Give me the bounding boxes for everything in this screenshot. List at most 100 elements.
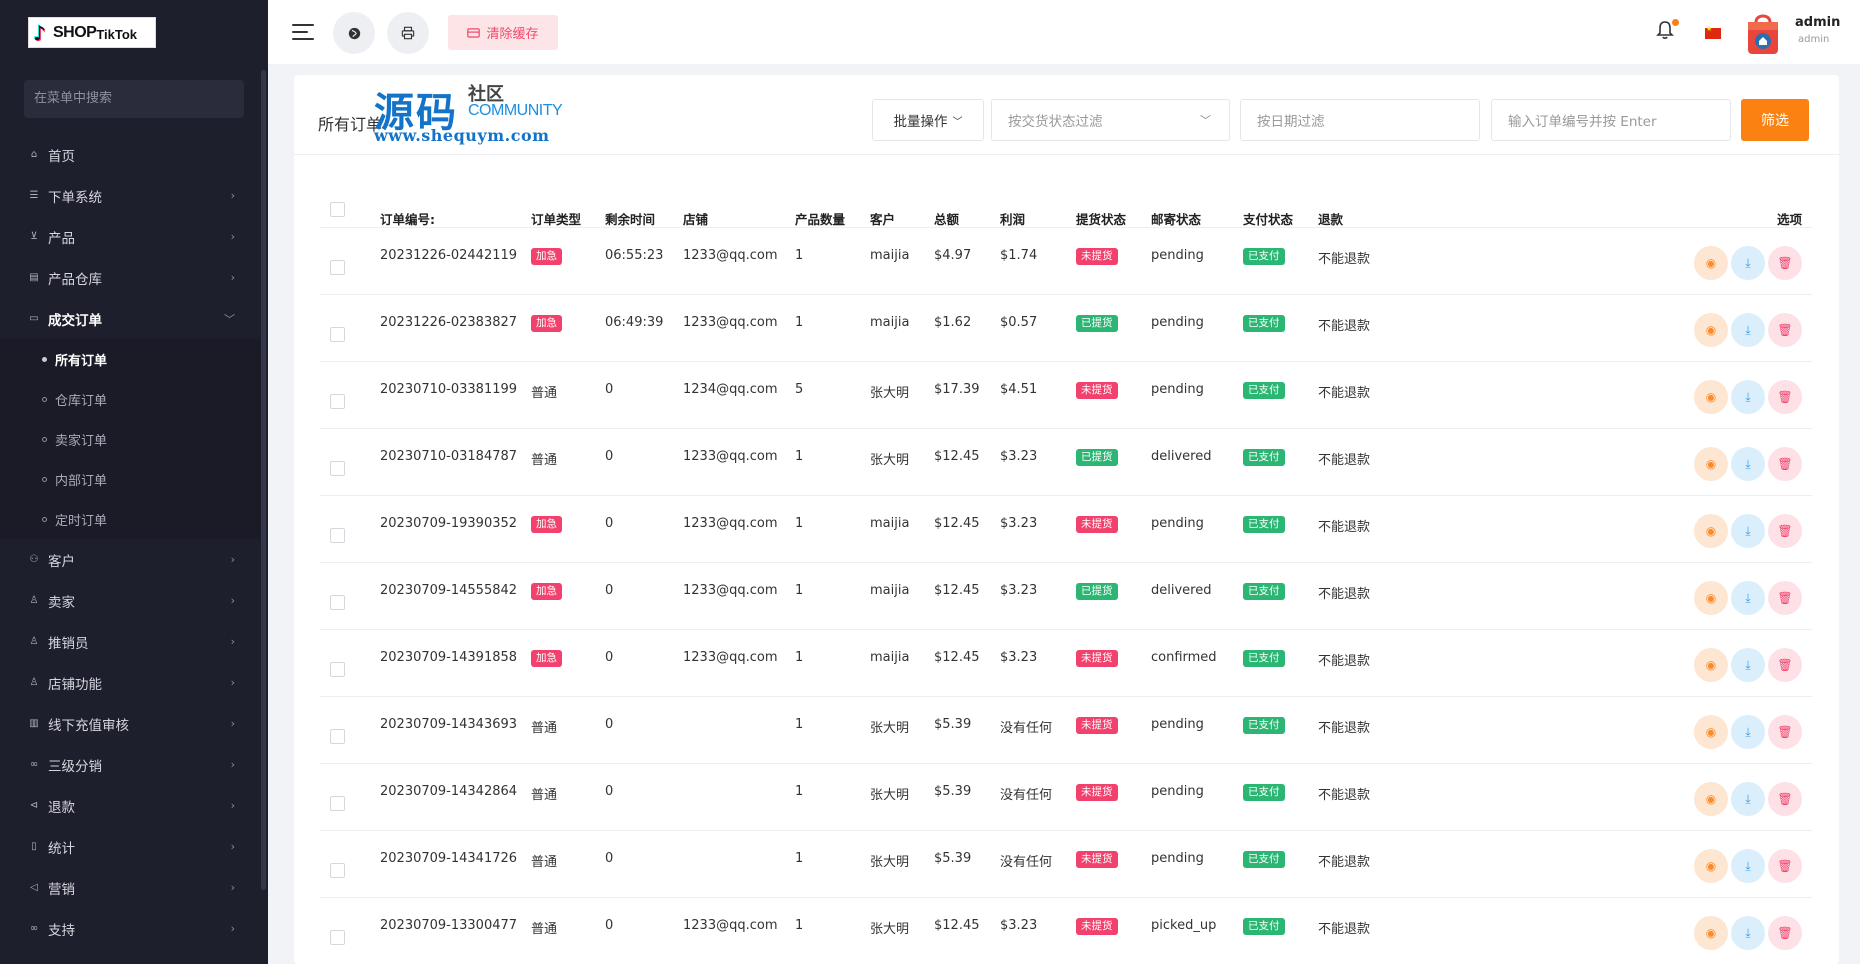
view-order-button[interactable]: ◉: [1694, 246, 1728, 280]
date-filter-input[interactable]: 按日期过滤: [1240, 99, 1480, 141]
delete-button[interactable]: 🗑: [1768, 916, 1802, 950]
sidebar-item[interactable]: ▭ 成交订单 ﹀: [0, 298, 265, 339]
col-order-no: 20230709-13300477: [380, 918, 518, 933]
download-button[interactable]: ⤓: [1731, 246, 1765, 280]
row-checkbox[interactable]: [330, 863, 345, 878]
row-checkbox[interactable]: [330, 662, 345, 677]
download-button[interactable]: ⤓: [1731, 648, 1765, 682]
sidebar-item[interactable]: ▥ 线下充值审核 ›: [0, 703, 265, 744]
row-checkbox[interactable]: [330, 528, 345, 543]
table-header-cell: 产品数量: [795, 212, 846, 227]
menu-search-input[interactable]: 在菜单中搜索: [24, 80, 244, 118]
row-checkbox[interactable]: [330, 394, 345, 409]
delete-button[interactable]: 🗑: [1768, 246, 1802, 280]
download-button[interactable]: ⤓: [1731, 581, 1765, 615]
table-row[interactable]: 20230710-03381199 普通 0 1234@qq.com 5 张大明 $17.3…: [320, 362, 1812, 429]
delete-button[interactable]: 🗑: [1768, 380, 1802, 414]
col-refund: 不能退款: [1318, 520, 1371, 535]
view-order-button[interactable]: ◉: [1694, 380, 1728, 414]
sidebar-item[interactable]: ◁ 营销 ›: [0, 867, 265, 908]
view-order-button[interactable]: ◉: [1694, 447, 1728, 481]
row-checkbox[interactable]: [330, 729, 345, 744]
table-row[interactable]: 20230710-03184787 普通 0 1233@qq.com 1 张大明 $12.4…: [320, 429, 1812, 496]
download-button[interactable]: ⤓: [1731, 916, 1765, 950]
col-profit: $4.51: [1000, 382, 1038, 397]
sidebar-subitem[interactable]: 所有订单: [0, 339, 265, 379]
table-row[interactable]: 20231226-02383827 加急 06:49:39 1233@qq.com 1 m…: [320, 295, 1812, 362]
clear-cache-button[interactable]: 清除缓存: [448, 15, 558, 50]
download-button[interactable]: ⤓: [1731, 447, 1765, 481]
menu-toggle-icon[interactable]: [292, 24, 314, 40]
view-order-button[interactable]: ◉: [1694, 916, 1728, 950]
view-order-button[interactable]: ◉: [1694, 581, 1728, 615]
table-row[interactable]: 20230709-14341726 普通 0 1 张大明 $5.39 没有任何 未提货 pend…: [320, 831, 1812, 898]
print-button[interactable]: [387, 12, 429, 54]
select-all-checkbox[interactable]: [330, 202, 345, 217]
sidebar-item[interactable]: ∞ 支持 ›: [0, 908, 265, 949]
filter-button[interactable]: 筛选: [1741, 99, 1809, 141]
avatar[interactable]: [1746, 10, 1780, 56]
delete-button[interactable]: 🗑: [1768, 581, 1802, 615]
download-button[interactable]: ⤓: [1731, 849, 1765, 883]
delete-button[interactable]: 🗑: [1768, 782, 1802, 816]
sidebar-item[interactable]: ⊻ 产品 ›: [0, 216, 265, 257]
sidebar-subitem[interactable]: 内部订单: [0, 459, 265, 499]
notification-button[interactable]: [1656, 19, 1680, 44]
row-checkbox[interactable]: [330, 595, 345, 610]
delete-button[interactable]: 🗑: [1768, 313, 1802, 347]
sidebar-item[interactable]: ⚇ 客户 ›: [0, 539, 265, 580]
delivery-status-filter[interactable]: 按交货状态过滤 ﹀: [991, 99, 1230, 141]
view-order-button[interactable]: ◉: [1694, 782, 1728, 816]
sidebar-item[interactable]: ▯ 统计 ›: [0, 826, 265, 867]
row-actions: ◉ ⤓ 🗑: [1694, 380, 1802, 414]
order-search-input[interactable]: 输入订单编号并按 Enter: [1491, 99, 1731, 141]
sidebar-item[interactable]: ▤ 产品仓库 ›: [0, 257, 265, 298]
logo[interactable]: ♪ ♪ ♪ SHOP TikTok: [28, 17, 156, 48]
table-row[interactable]: 20230709-13300477 普通 0 1233@qq.com 1 张大明 $12.4…: [320, 898, 1812, 964]
batch-actions-dropdown[interactable]: 批量操作 ﹀: [872, 99, 984, 141]
row-checkbox[interactable]: [330, 260, 345, 275]
delete-button[interactable]: 🗑: [1768, 514, 1802, 548]
view-order-button[interactable]: ◉: [1694, 715, 1728, 749]
sidebar-item[interactable]: ♙ 推销员 ›: [0, 621, 265, 662]
sidebar-item[interactable]: ⌂ 首页: [0, 134, 265, 175]
delete-button[interactable]: 🗑: [1768, 447, 1802, 481]
row-checkbox[interactable]: [330, 930, 345, 945]
table-row[interactable]: 20230709-19390352 加急 0 1233@qq.com 1 maijia $1…: [320, 496, 1812, 563]
sidebar-item[interactable]: ∞ 三级分销 ›: [0, 744, 265, 785]
sidebar-item[interactable]: ♙ 卖家 ›: [0, 580, 265, 621]
download-button[interactable]: ⤓: [1731, 715, 1765, 749]
download-button[interactable]: ⤓: [1731, 313, 1765, 347]
user-name[interactable]: admin: [1795, 15, 1840, 30]
table-row[interactable]: 20230709-14555842 加急 0 1233@qq.com 1 maijia $1…: [320, 563, 1812, 630]
row-checkbox[interactable]: [330, 461, 345, 476]
view-order-button[interactable]: ◉: [1694, 849, 1728, 883]
sidebar-item-label: 客户: [48, 553, 75, 570]
row-checkbox[interactable]: [330, 796, 345, 811]
row-checkbox[interactable]: [330, 327, 345, 342]
view-order-button[interactable]: ◉: [1694, 313, 1728, 347]
table-row[interactable]: 20230709-14343693 普通 0 1 张大明 $5.39 没有任何 未提货 pend…: [320, 697, 1812, 764]
table-row[interactable]: 20230709-14342864 普通 0 1 张大明 $5.39 没有任何 未提货 pend…: [320, 764, 1812, 831]
delete-button[interactable]: 🗑: [1768, 849, 1802, 883]
sidebar-item[interactable]: ♙ 店铺功能 ›: [0, 662, 265, 703]
globe-button[interactable]: [333, 12, 375, 54]
sidebar-item[interactable]: ⊲ 退款 ›: [0, 785, 265, 826]
download-button[interactable]: ⤓: [1731, 380, 1765, 414]
col-pay: 已支付: [1243, 583, 1285, 600]
sidebar-scrollbar[interactable]: [261, 70, 266, 890]
sidebar-item[interactable]: ☰ 下单系统 ›: [0, 175, 265, 216]
view-order-button[interactable]: ◉: [1694, 648, 1728, 682]
sidebar-subitem[interactable]: 定时订单: [0, 499, 265, 539]
sidebar-subitem[interactable]: 卖家订单: [0, 419, 265, 459]
view-order-button[interactable]: ◉: [1694, 514, 1728, 548]
sidebar-subitem[interactable]: 仓库订单: [0, 379, 265, 419]
language-flag-icon[interactable]: [1705, 25, 1721, 39]
col-customer: 张大明: [870, 386, 910, 401]
download-button[interactable]: ⤓: [1731, 782, 1765, 816]
delete-button[interactable]: 🗑: [1768, 715, 1802, 749]
download-button[interactable]: ⤓: [1731, 514, 1765, 548]
delete-button[interactable]: 🗑: [1768, 648, 1802, 682]
table-row[interactable]: 20230709-14391858 加急 0 1233@qq.com 1 maijia $1…: [320, 630, 1812, 697]
table-row[interactable]: 20231226-02442119 加急 06:55:23 1233@qq.com 1 m…: [320, 228, 1812, 295]
